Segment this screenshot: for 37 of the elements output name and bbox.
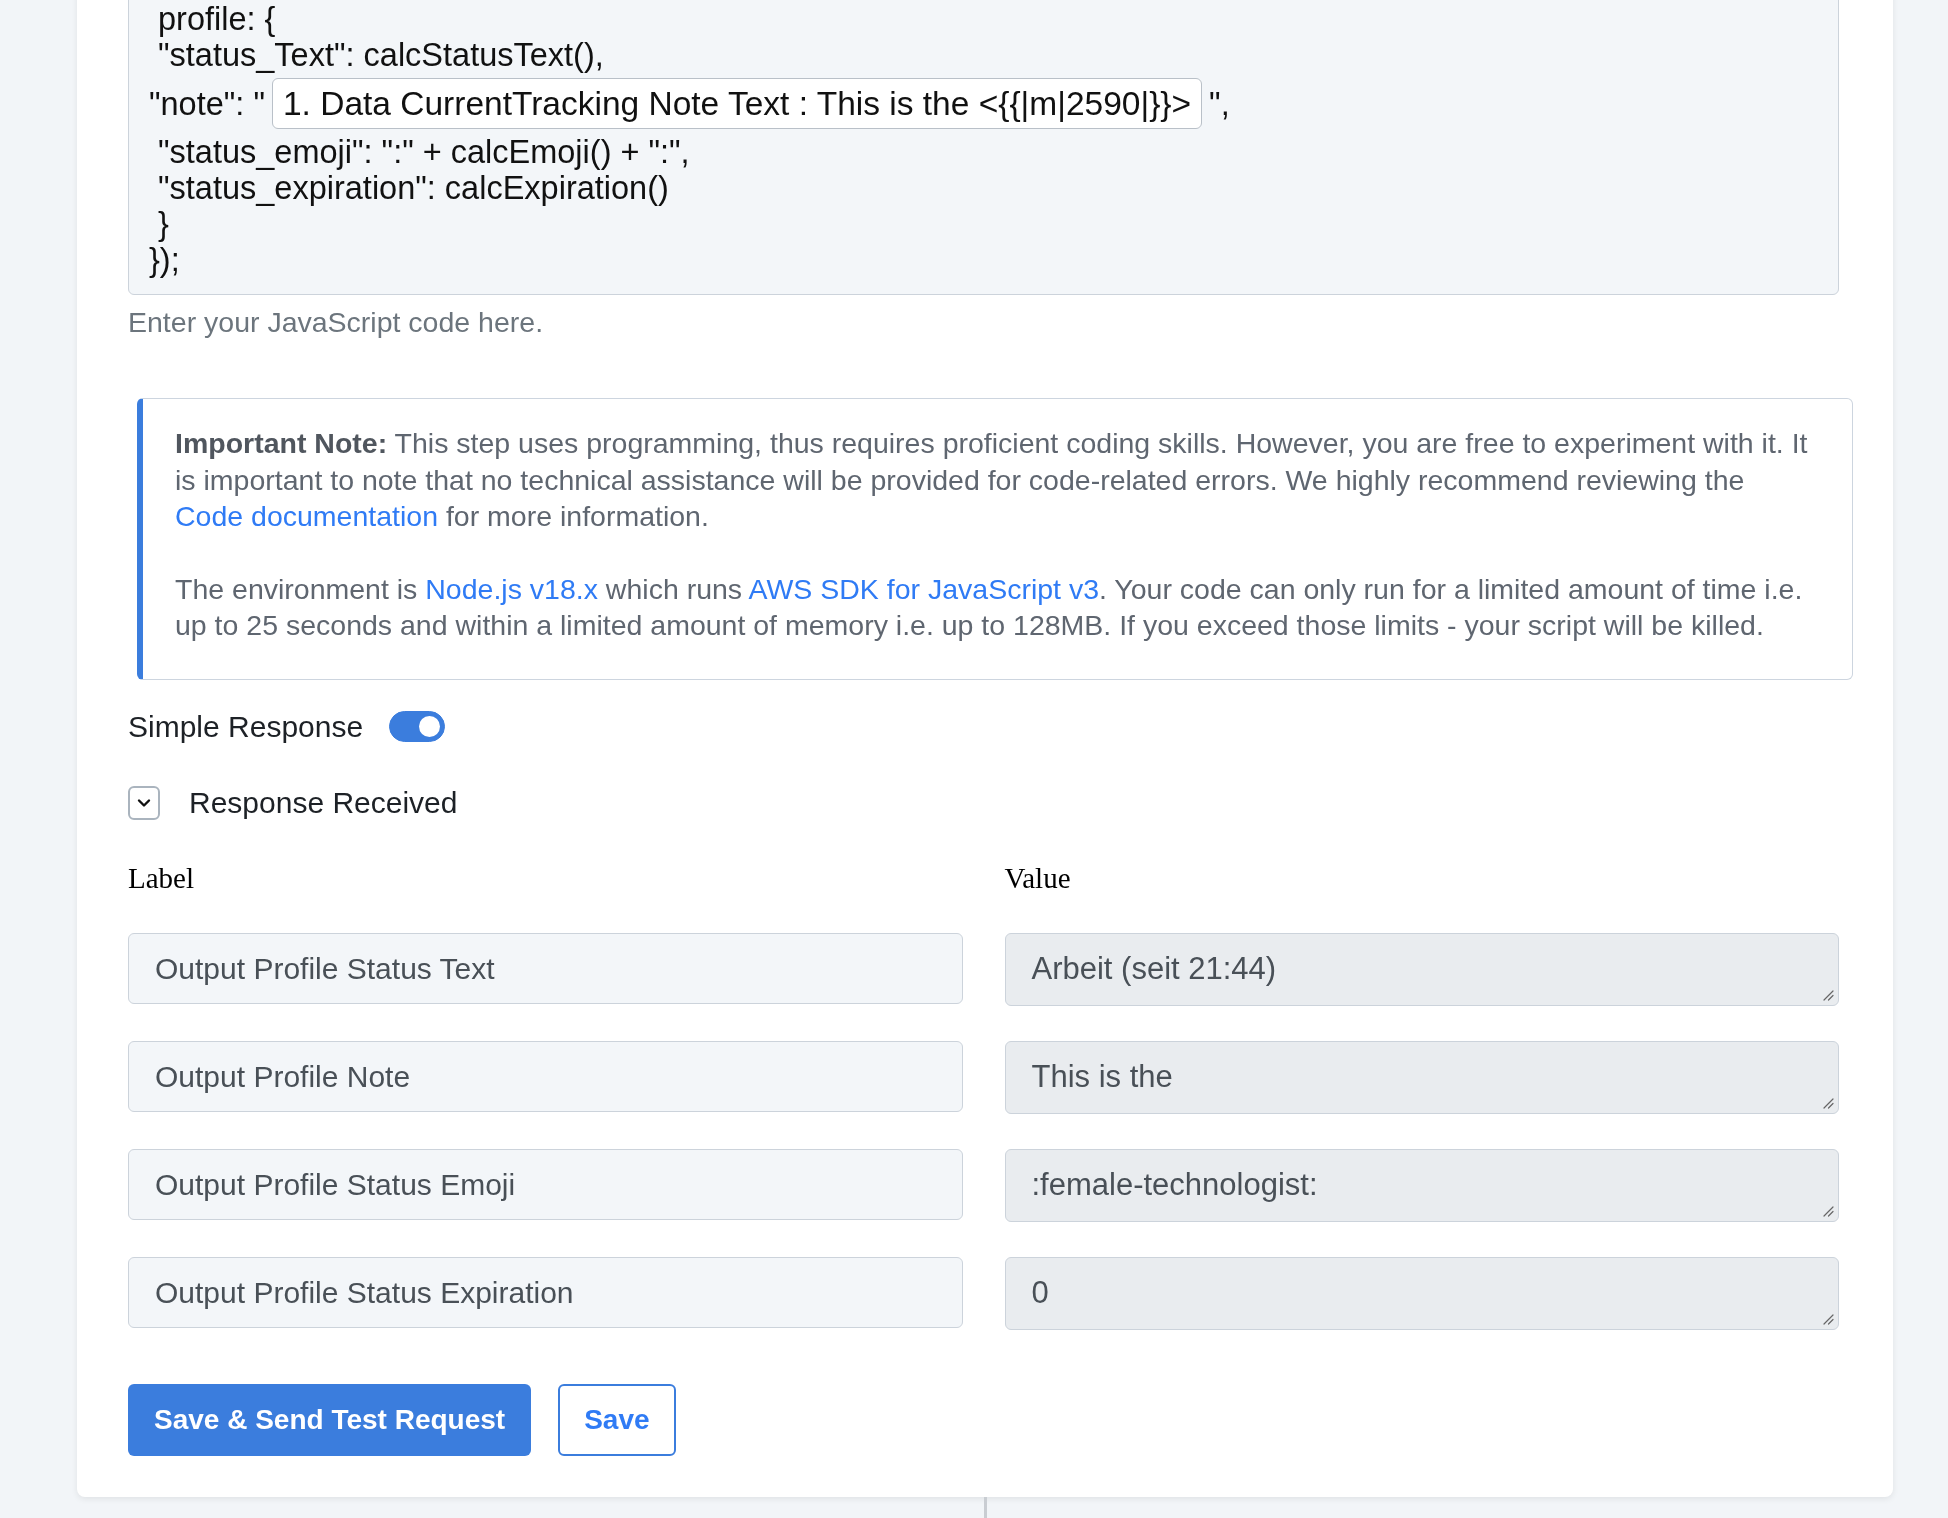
code-editor[interactable] [128,0,1839,295]
input-field[interactable]: 1. Data CurrentTracking Note Text : This is the <{{|m|2590|}}> [271,78,1203,129]
note-paragraph: Important Note: This step uses programming, thus requires proficient coding skills. However, you are free to experiment with it. It is important to note that no technical assistance will be provided for code-related errors. We highly recommend reviewing the Code documentation for more information. [175,426,1809,534]
code-line: "status_expiration": calcExpiration() [157,170,670,206]
helper-text: Enter your JavaScript code here. [128,305,545,339]
send-test-request-button[interactable]: Save & Send Test Request [128,1383,532,1456]
value-field[interactable]: This is the [1004,1040,1839,1114]
code-line: }); [149,242,181,278]
note-paragraph: The environment is Node.js v18.x which runs AWS SDK for JavaScript v3. Your code can only run for a limited amount of time i.e. up to 25 seconds and within a limited amount of memory i.e. up to 128MB. If you exceed those limits - your script will be killed. [175,571,1804,643]
code-line: "status_Text": calcStatusText(), [157,37,605,73]
code-text: "note": " [149,85,265,122]
section-title: Response Received [189,784,458,821]
value-field[interactable]: Arbeit (seit 21:44) [1004,932,1839,1006]
code-line: "status_emoji": ":" + calcEmoji() + ":", [157,134,691,170]
label-field[interactable]: Output Profile Status Expiration [128,1256,963,1328]
connector-line [984,1496,987,1518]
label-field[interactable]: Output Profile Note [128,1040,963,1112]
toggle-switch[interactable] [389,711,446,742]
label-field[interactable]: Output Profile Status Emoji [128,1148,963,1220]
value-field[interactable]: :female-technologist: [1004,1148,1839,1222]
column-heading: Value [1004,861,1071,894]
resize-grip-icon[interactable] [1823,1313,1834,1325]
code-text: ", [1209,85,1230,122]
resize-grip-icon[interactable] [1823,1205,1834,1217]
text-link[interactable]: AWS SDK for JavaScript v3 [748,572,1099,605]
column-heading: Label [128,861,194,894]
resize-grip-icon[interactable] [1823,1097,1834,1109]
toggle-label: Simple Response [128,708,364,745]
collapse-button[interactable] [128,785,160,820]
text-link[interactable]: Code documentation [175,500,438,532]
resize-grip-icon[interactable] [1823,989,1834,1001]
label-field[interactable]: Output Profile Status Text [128,932,963,1004]
value-field[interactable]: 0 [1004,1256,1839,1330]
code-line: } [157,206,170,242]
save-button[interactable]: Save [558,1383,676,1456]
text-link[interactable]: Node.js v18.x [425,572,598,605]
code-line: profile: { [157,1,277,37]
